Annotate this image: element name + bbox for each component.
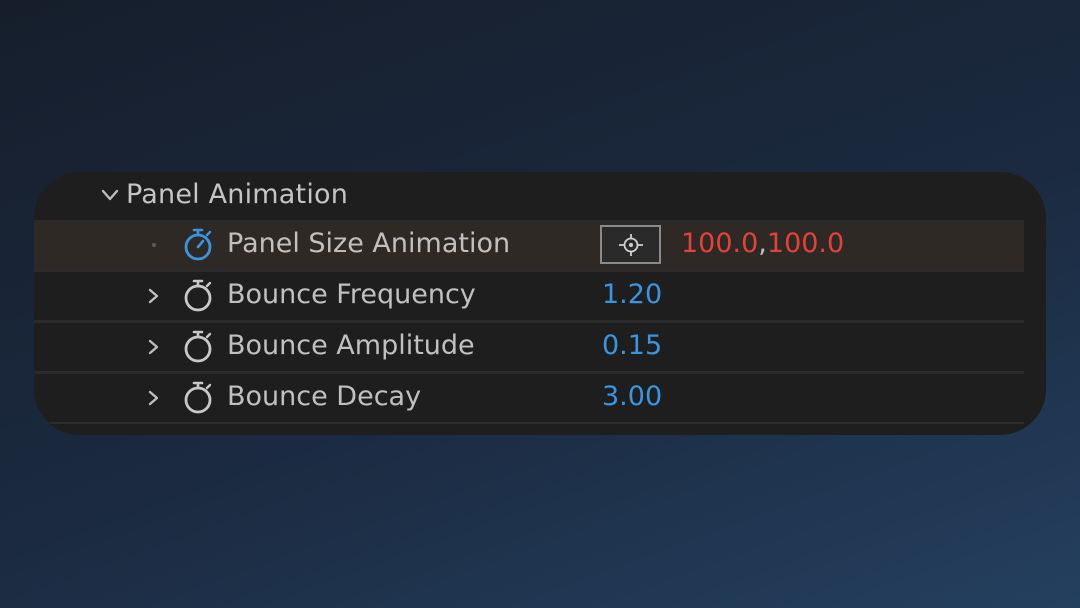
chevron-right-icon[interactable] [144, 286, 162, 306]
stopwatch-icon[interactable] [180, 278, 216, 314]
property-value-pair: 100.0,100.0 [681, 226, 844, 262]
property-name: Bounce Decay [227, 381, 422, 412]
property-value[interactable]: 0.15 [602, 328, 662, 364]
property-row-bounce-frequency[interactable]: Bounce Frequency 1.20 [34, 271, 1024, 322]
property-value[interactable]: 1.20 [602, 277, 662, 313]
property-name: Bounce Frequency [227, 279, 476, 310]
crosshair-icon [619, 234, 643, 256]
value-y[interactable]: 100.0 [767, 228, 844, 259]
property-name: Bounce Amplitude [227, 330, 475, 361]
value-x[interactable]: 100.0 [681, 228, 758, 259]
property-name: Panel Size Animation [227, 228, 511, 259]
property-row-panel-size-animation[interactable]: Panel Size Animation 100.0,100.0 [34, 220, 1024, 271]
chevron-down-icon[interactable] [99, 184, 121, 206]
group-title: Panel Animation [126, 179, 349, 210]
chevron-right-icon[interactable] [144, 388, 162, 408]
property-list: Panel Size Animation 100.0,100.0 Bounce … [34, 220, 1024, 424]
chevron-right-icon[interactable] [144, 337, 162, 357]
position-target-button[interactable] [600, 225, 661, 264]
stopwatch-icon[interactable] [180, 227, 216, 263]
property-row-bounce-decay[interactable]: Bounce Decay 3.00 [34, 373, 1024, 424]
property-row-bounce-amplitude[interactable]: Bounce Amplitude 0.15 [34, 322, 1024, 373]
value-separator: , [758, 228, 767, 259]
stopwatch-icon[interactable] [180, 329, 216, 365]
property-value[interactable]: 3.00 [602, 379, 662, 415]
stopwatch-icon[interactable] [180, 380, 216, 416]
group-header-panel-animation[interactable]: Panel Animation [34, 172, 1046, 218]
twirl-placeholder-dot [152, 243, 156, 247]
effect-controls-panel: Panel Animation Panel Size Animation 100… [34, 172, 1046, 435]
